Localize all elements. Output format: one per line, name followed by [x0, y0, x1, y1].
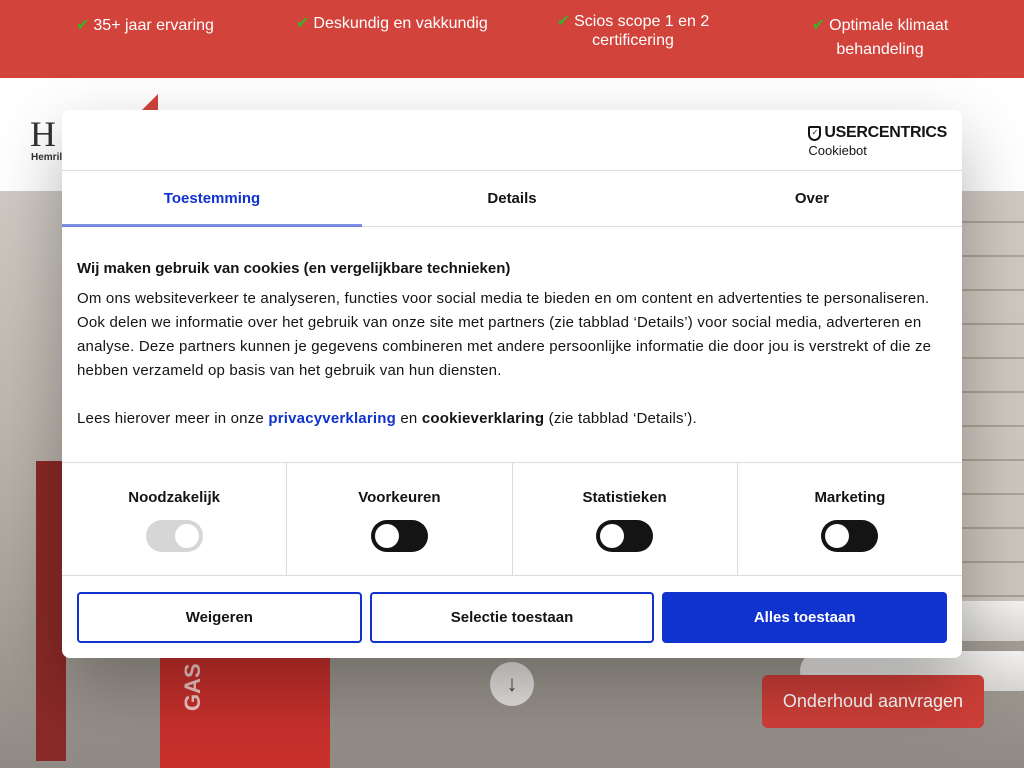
arrow-down-icon: ↓: [506, 671, 518, 696]
category-statistics: Statistieken: [513, 463, 738, 575]
consent-body: Wij maken gebruik van cookies (en vergel…: [62, 227, 962, 463]
maintenance-request-button[interactable]: Onderhoud aanvragen: [762, 675, 984, 728]
usp-bar: ✔ 35+ jaar ervaring ✔ Deskundig en vakkund…: [0, 0, 1024, 78]
category-label: Statistieken: [582, 489, 667, 506]
consent-categories: Noodzakelijk Voorkeuren Statistieken Mar…: [62, 463, 962, 576]
category-label: Marketing: [814, 489, 886, 506]
consent-text: Om ons websiteverkeer te analyseren, fun…: [77, 290, 932, 379]
brand-product: Cookiebot: [808, 143, 867, 158]
shield-icon: ✓: [808, 125, 822, 141]
check-icon: ✔: [76, 17, 90, 34]
toggle-knob: [825, 524, 850, 548]
cookiebot-brand[interactable]: ✓ USERCENTRICS Cookiebot: [808, 124, 947, 158]
usp-label: Deskundig en vakkundig: [313, 15, 488, 32]
marketing-toggle[interactable]: [821, 520, 879, 552]
usp-label: 35+ jaar ervaring: [93, 17, 214, 34]
usp-item: ✔ 35+ jaar ervaring: [76, 14, 236, 38]
category-marketing: Marketing: [738, 463, 962, 575]
privacy-statement-link[interactable]: privacyverklaring: [268, 410, 396, 427]
necessary-toggle: [145, 520, 203, 552]
toggle-knob: [174, 524, 199, 548]
dialog-header: ✓ USERCENTRICS Cookiebot: [62, 110, 962, 171]
toggle-knob: [600, 524, 625, 548]
usp-label: Optimale klimaat behandeling: [829, 17, 949, 58]
usp-item: ✔ Scios scope 1 en 2 certificering: [548, 12, 718, 50]
cookie-consent-dialog: ✓ USERCENTRICS Cookiebot Toestemming Deta…: [62, 110, 962, 658]
check-icon: ✔: [811, 17, 826, 34]
toggle-knob: [374, 524, 399, 548]
dialog-tabs: Toestemming Details Over: [62, 171, 962, 227]
consent-heading: Wij maken gebruik van cookies (en vergel…: [77, 260, 511, 277]
usp-label: Scios scope 1 en 2 certificering: [574, 13, 710, 49]
tab-details[interactable]: Details: [362, 171, 662, 226]
allow-all-button[interactable]: Alles toestaan: [662, 592, 948, 643]
consent-links-text: Lees hierover meer in onze privacyverkla…: [77, 410, 697, 427]
consent-buttons: Weigeren Selectie toestaan Alles toestaa…: [62, 576, 962, 643]
statistics-toggle[interactable]: [596, 520, 654, 552]
scroll-down-button[interactable]: ↓: [490, 662, 534, 706]
usp-item: ✔ Optimale klimaat behandeling: [800, 14, 960, 62]
check-icon: ✔: [296, 15, 310, 32]
reject-button[interactable]: Weigeren: [77, 592, 362, 643]
category-label: Noodzakelijk: [128, 489, 220, 506]
tab-about[interactable]: Over: [662, 171, 962, 226]
logo: H: [30, 114, 56, 154]
check-icon: ✔: [556, 13, 571, 30]
allow-selection-button[interactable]: Selectie toestaan: [369, 592, 655, 643]
usp-item: ✔ Deskundig en vakkundig: [296, 12, 516, 36]
cookie-statement-text: cookieverklaring: [421, 410, 545, 427]
tab-consent[interactable]: Toestemming: [62, 171, 362, 227]
category-necessary: Noodzakelijk: [62, 463, 288, 575]
preferences-toggle[interactable]: [370, 520, 428, 552]
brand-name: USERCENTRICS: [824, 124, 947, 141]
category-preferences: Voorkeuren: [287, 463, 513, 575]
category-label: Voorkeuren: [358, 489, 441, 506]
logo-subtitle: Hemril: [31, 152, 63, 163]
